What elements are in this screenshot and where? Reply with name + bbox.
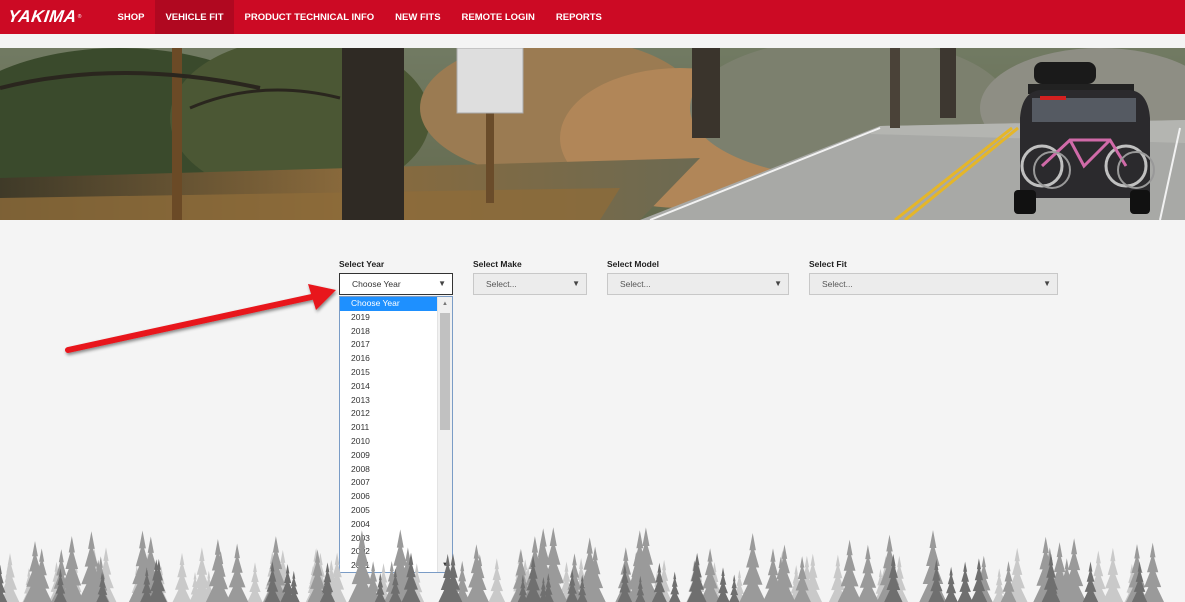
logo-text: YAKIMA (6, 7, 79, 26)
year-option[interactable]: 2014 (340, 380, 437, 394)
chevron-down-icon: ▼ (774, 279, 782, 288)
fit-select-value: Select... (822, 279, 853, 289)
select-make-field: Select Make (473, 258, 522, 270)
year-option[interactable]: 2009 (340, 449, 437, 463)
pine-tree-shape (739, 533, 766, 602)
year-option[interactable]: 2010 (340, 435, 437, 449)
select-model-label: Select Model (607, 259, 659, 269)
pine-tree-shape (1141, 542, 1164, 602)
select-fit-field: Select Fit (809, 258, 847, 270)
scroll-up-icon[interactable]: ▲ (438, 297, 452, 311)
year-option[interactable]: Choose Year (340, 297, 437, 311)
forest-road-photo (0, 48, 1185, 220)
nav-item-new-fits[interactable]: NEW FITS (385, 0, 451, 34)
year-select-value: Choose Year (352, 279, 401, 289)
nav-menu: SHOP VEHICLE FIT PRODUCT TECHNICAL INFO NEW… (107, 0, 612, 34)
select-make-label: Select Make (473, 259, 522, 269)
pine-tree-shape (669, 571, 681, 602)
pine-tree-shape (172, 552, 192, 602)
nav-item-vehicle-fit[interactable]: VEHICLE FIT (154, 0, 234, 34)
logo-registered-mark: ® (77, 14, 82, 20)
pine-tree-shape (857, 544, 879, 602)
scroll-thumb[interactable] (440, 313, 450, 430)
year-option[interactable]: 2017 (340, 338, 437, 352)
year-option[interactable]: 2016 (340, 352, 437, 366)
year-option[interactable]: 2011 (340, 421, 437, 435)
nav-item-shop[interactable]: SHOP (107, 0, 155, 34)
make-select[interactable]: Select... ▼ (473, 273, 587, 295)
top-nav: YAKIMA ® SHOP VEHICLE FIT PRODUCT TECHNICA… (0, 0, 1185, 34)
chevron-down-icon: ▼ (438, 279, 446, 288)
pine-tree-shape (226, 543, 249, 602)
year-option[interactable]: 2006 (340, 490, 437, 504)
chevron-down-icon: ▼ (572, 279, 580, 288)
select-year-label: Select Year (339, 259, 385, 269)
red-arrow-annotation (65, 284, 336, 353)
forest-silhouette-decoration (0, 527, 1164, 602)
year-select[interactable]: Choose Year ▼ (339, 273, 453, 295)
pine-tree-shape (488, 558, 506, 602)
nav-item-reports[interactable]: REPORTS (545, 0, 612, 34)
select-fit-label: Select Fit (809, 259, 847, 269)
nav-item-remote-login[interactable]: REMOTE LOGIN (451, 0, 545, 34)
year-option[interactable]: 2007 (340, 476, 437, 490)
pine-tree-shape (247, 562, 263, 602)
pine-tree-shape (944, 566, 958, 602)
year-option[interactable]: 2019 (340, 311, 437, 325)
make-select-value: Select... (486, 279, 517, 289)
year-option[interactable]: 2012 (340, 407, 437, 421)
year-option[interactable]: 2018 (340, 325, 437, 339)
model-select[interactable]: Select... ▼ (607, 273, 789, 295)
yakima-logo[interactable]: YAKIMA ® (6, 7, 98, 26)
pine-tree-shape (957, 561, 973, 602)
year-option[interactable]: 2013 (340, 394, 437, 408)
year-option[interactable]: 2008 (340, 463, 437, 477)
select-model-field: Select Model (607, 258, 659, 270)
pine-tree-shape (1102, 547, 1124, 602)
year-option[interactable]: 2015 (340, 366, 437, 380)
select-year-field: Select Year (339, 258, 384, 270)
fit-select[interactable]: Select... ▼ (809, 273, 1058, 295)
nav-item-product-technical-info[interactable]: PRODUCT TECHNICAL INFO (234, 0, 385, 34)
chevron-down-icon: ▼ (1043, 279, 1051, 288)
hero-banner (0, 48, 1185, 220)
model-select-value: Select... (620, 279, 651, 289)
